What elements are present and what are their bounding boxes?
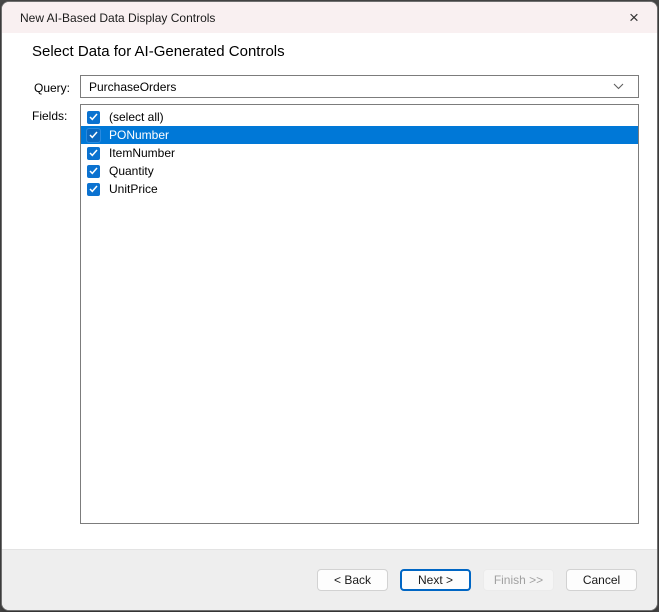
finish-button[interactable]: Finish >> <box>483 569 554 591</box>
back-button[interactable]: < Back <box>317 569 388 591</box>
close-icon[interactable]: × <box>611 2 657 33</box>
list-item-label: (select all) <box>109 110 164 124</box>
query-combobox-value: PurchaseOrders <box>89 79 177 94</box>
list-item[interactable]: UnitPrice <box>81 180 638 198</box>
next-button[interactable]: Next > <box>400 569 471 591</box>
title-bar: New AI-Based Data Display Controls × <box>2 2 657 33</box>
query-combobox[interactable]: PurchaseOrders <box>80 75 639 98</box>
list-item[interactable]: PONumber <box>81 126 638 144</box>
cancel-button[interactable]: Cancel <box>566 569 637 591</box>
page-title: Select Data for AI-Generated Controls <box>32 43 285 60</box>
checkbox-checked-icon[interactable] <box>86 127 101 143</box>
list-item-label: ItemNumber <box>109 146 176 160</box>
list-item[interactable]: (select all) <box>81 108 638 126</box>
list-item-label: Quantity <box>109 164 154 178</box>
list-item[interactable]: ItemNumber <box>81 144 638 162</box>
chevron-down-icon <box>613 83 630 90</box>
list-item-label: PONumber <box>109 128 170 142</box>
window-title: New AI-Based Data Display Controls <box>20 10 216 25</box>
list-item-label: UnitPrice <box>109 182 158 196</box>
fields-listbox: (select all) PONumber ItemNumber Quantit… <box>80 104 639 524</box>
list-item[interactable]: Quantity <box>81 162 638 180</box>
checkbox-checked-icon[interactable] <box>87 164 100 178</box>
dialog-footer: < Back Next > Finish >> Cancel <box>2 549 657 610</box>
dialog-window: New AI-Based Data Display Controls × Sel… <box>1 1 658 611</box>
checkbox-checked-icon[interactable] <box>87 146 100 160</box>
checkbox-checked-icon[interactable] <box>87 110 100 124</box>
query-label: Query: <box>34 81 71 95</box>
checkbox-checked-icon[interactable] <box>87 182 100 196</box>
fields-label: Fields: <box>32 109 68 123</box>
